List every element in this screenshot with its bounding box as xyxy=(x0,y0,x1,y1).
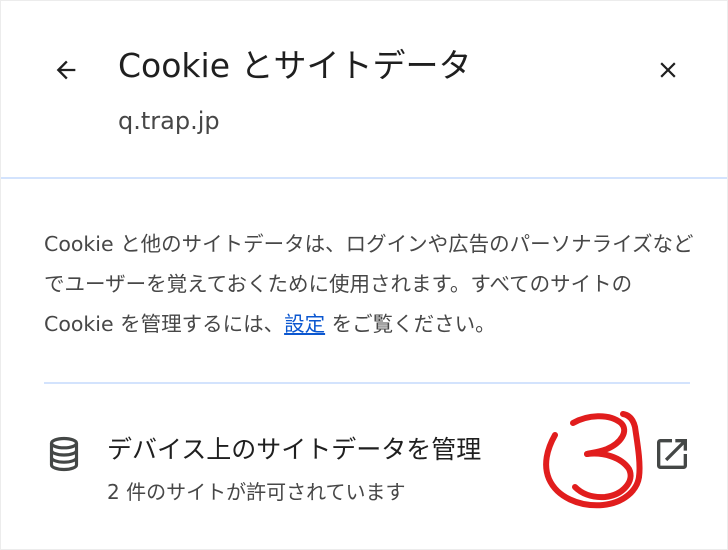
cookie-site-data-dialog: Cookie とサイトデータ q.trap.jp Cookie と他のサイトデー… xyxy=(0,0,728,550)
arrow-back-icon xyxy=(56,60,76,80)
section-divider xyxy=(44,382,690,384)
settings-link[interactable]: 設定 xyxy=(284,312,325,336)
open-in-new-icon[interactable] xyxy=(652,434,692,474)
back-button[interactable] xyxy=(44,50,88,90)
site-origin: q.trap.jp xyxy=(118,107,220,135)
database-icon xyxy=(49,436,79,472)
description-text-end: をご覧ください。 xyxy=(325,312,496,336)
header-divider xyxy=(0,177,728,179)
close-button[interactable] xyxy=(646,50,690,90)
manage-site-data-row[interactable]: デバイス上のサイトデータを管理 2 件のサイトが許可されています xyxy=(0,410,728,520)
manage-row-subtitle: 2 件のサイトが許可されています xyxy=(107,480,406,504)
dialog-title: Cookie とサイトデータ xyxy=(118,46,472,85)
close-icon xyxy=(660,62,676,78)
cookie-description: Cookie と他のサイトデータは、ログインや広告のパーソナライズなどでユーザー… xyxy=(44,224,694,344)
manage-row-title: デバイス上のサイトデータを管理 xyxy=(107,435,482,464)
